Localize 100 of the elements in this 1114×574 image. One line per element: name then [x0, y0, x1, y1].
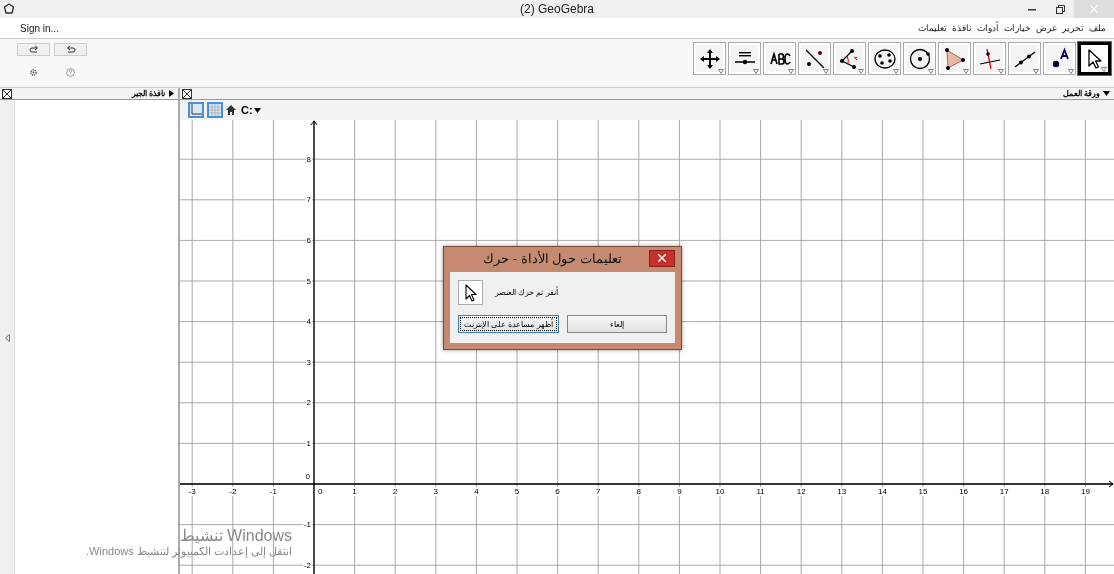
axis-tick-label: 11 — [755, 487, 766, 496]
axis-tick-label: 3 — [305, 357, 312, 367]
axis-tick-label: 6 — [554, 487, 561, 496]
tool-button[interactable] — [938, 42, 971, 75]
close-view-icon[interactable] — [182, 88, 192, 99]
grid-icon — [209, 104, 221, 116]
dropdown-triangle-icon — [753, 69, 759, 74]
tool-button[interactable] — [693, 42, 726, 75]
redo-button[interactable] — [17, 43, 50, 56]
settings-icon[interactable] — [29, 68, 38, 77]
redo-icon — [28, 45, 39, 54]
dropdown-triangle-icon — [1033, 69, 1039, 74]
axis-tick-label: 4 — [473, 487, 480, 496]
axis-tick-label: 13 — [836, 487, 848, 496]
close-view-icon[interactable] — [2, 88, 12, 99]
home-icon[interactable] — [226, 105, 236, 115]
dropdown-triangle-icon — [998, 69, 1004, 74]
close-icon — [1090, 5, 1098, 13]
axis-tick-label: 2 — [391, 487, 399, 496]
menu-item[interactable]: ملف — [1089, 23, 1106, 33]
axis-tick-label: 19 — [1079, 487, 1091, 496]
tool-button[interactable] — [903, 42, 936, 75]
axis-tick-label: 7 — [305, 195, 312, 205]
restore-icon — [1055, 4, 1065, 14]
axis-tick-label: 10 — [714, 487, 726, 496]
ellipse-points-icon — [872, 46, 897, 71]
tool-button[interactable] — [833, 42, 866, 75]
dropdown-triangle-icon — [788, 69, 794, 74]
axis-tick-label: -2 — [302, 560, 312, 570]
axis-tick-label: 3 — [432, 487, 439, 496]
app-icon — [3, 3, 15, 15]
dropdown-triangle-icon — [963, 69, 969, 74]
tool-button[interactable] — [868, 42, 901, 75]
close-icon — [658, 254, 666, 262]
menu-item[interactable]: تعليمات — [918, 23, 947, 33]
tool-button[interactable] — [728, 42, 761, 75]
axis-tick-label: 18 — [1039, 487, 1051, 496]
axes-icon — [190, 104, 202, 116]
axis-tick-label: 0 — [304, 472, 311, 481]
point-capture-dropdown[interactable]: C: — [239, 104, 263, 116]
circle-icon — [907, 46, 932, 71]
axis-tick-label: -3 — [187, 487, 197, 496]
dropdown-triangle-icon — [1068, 69, 1074, 74]
axis-tick-label: 8 — [635, 487, 642, 496]
axis-tick-label: -1 — [268, 487, 278, 496]
menu-item[interactable]: نافذة — [952, 23, 972, 33]
axis-tick-label: 0 — [317, 487, 324, 496]
axis-tick-label: 8 — [305, 154, 312, 164]
tool-button[interactable] — [1078, 42, 1111, 75]
axis-tick-label: 1 — [305, 438, 312, 448]
dropdown-triangle-icon — [1101, 67, 1107, 72]
tool-button[interactable] — [798, 42, 831, 75]
tool-button[interactable] — [763, 42, 796, 75]
menu-item[interactable]: أدوات — [977, 23, 999, 33]
axis-tick-label: 4 — [305, 317, 312, 327]
view-title: ورقة العمل — [1062, 89, 1100, 98]
expand-triangle-icon[interactable] — [4, 333, 10, 342]
dropdown-triangle-icon — [253, 107, 261, 113]
undo-button[interactable] — [54, 43, 87, 56]
axis-tick-label: 7 — [594, 487, 602, 496]
dropdown-triangle-icon — [858, 69, 864, 74]
axis-tick-label: 2 — [305, 398, 312, 408]
dropdown-triangle-icon — [718, 69, 724, 74]
dialog-title: تعليمات حول الأداة - حرك — [482, 250, 623, 266]
grid-toggle[interactable] — [207, 102, 223, 118]
dropdown-triangle-icon — [928, 69, 934, 74]
axes-toggle[interactable] — [188, 102, 204, 118]
axis-tick-label: 15 — [917, 487, 929, 496]
dialog-button[interactable]: إلغاء — [566, 315, 667, 333]
tool-button[interactable] — [1043, 42, 1076, 75]
axis-tick-label: -1 — [302, 520, 312, 530]
menu-item[interactable]: خيارات — [1004, 23, 1031, 33]
sign-in-link[interactable]: Sign in... — [20, 22, 59, 34]
dropdown-triangle-icon — [823, 69, 829, 74]
axis-tick-label: 14 — [876, 487, 888, 496]
axis-tick-label: 1 — [351, 487, 358, 496]
dropdown-triangle-icon — [893, 69, 899, 74]
dialog-message: أنقر ثم حرك العنصر — [495, 288, 558, 297]
view-title: نافذة الجبر — [131, 89, 165, 98]
undo-icon — [65, 45, 76, 54]
close-button[interactable] — [649, 249, 675, 267]
menu-item[interactable]: تحرير — [1062, 23, 1084, 33]
triangle-icon — [942, 46, 967, 71]
dialog-button[interactable]: أظهر مساعدة على الإنترنت — [458, 315, 559, 333]
perpendicular-line-icon — [977, 46, 1002, 71]
dropdown-triangle-icon[interactable] — [1103, 91, 1110, 96]
menu-item[interactable]: عرض — [1036, 23, 1057, 33]
axis-tick-label: 5 — [305, 276, 312, 286]
axis-tick-label: 6 — [305, 235, 312, 245]
axis-tick-label: 5 — [513, 487, 521, 496]
collapse-triangle-icon[interactable] — [169, 90, 174, 97]
axis-tick-label: -2 — [228, 487, 238, 496]
tool-button[interactable] — [1008, 42, 1041, 75]
tool-button[interactable] — [973, 42, 1006, 75]
window-title: (2) GeoGebra — [519, 2, 594, 16]
axis-tick-label: 9 — [676, 487, 683, 496]
axis-tick-label: 17 — [998, 487, 1010, 496]
pointer-icon — [458, 280, 483, 305]
axis-tick-label: 16 — [958, 487, 970, 496]
axis-tick-label: 12 — [795, 487, 807, 496]
